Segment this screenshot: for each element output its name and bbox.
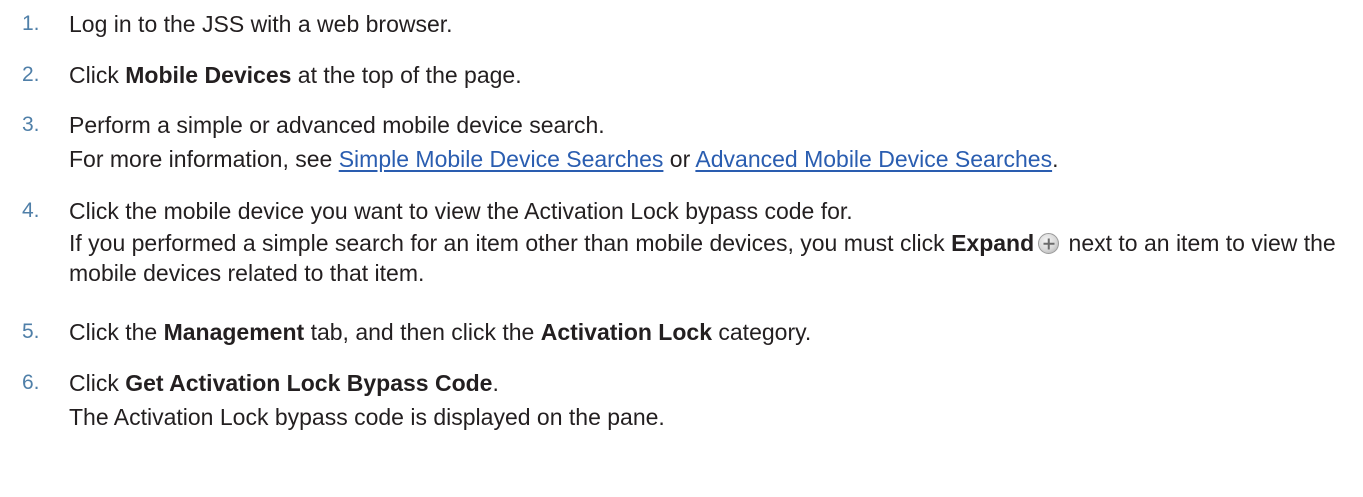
text-fragment: . [492,370,499,396]
step-text: Click Mobile Devices at the top of the p… [69,64,522,87]
ui-term-mobile-devices: Mobile Devices [125,62,292,88]
step-number: 1. [22,12,40,35]
ui-term-get-activation-lock-bypass-code: Get Activation Lock Bypass Code [125,370,493,396]
text-fragment: Click the [69,319,164,345]
plus-circle-icon [1038,233,1060,254]
step-text: Perform a simple or advanced mobile devi… [69,112,605,138]
step-text: Log in to the JSS with a web browser. [69,11,453,37]
text-fragment: tab, and then click the [304,319,541,345]
step-number: 4. [22,199,40,222]
text-fragment: Click [69,370,126,396]
step-text: Click Get Activation Lock Bypass Code. [69,372,499,395]
ui-term-activation-lock: Activation Lock [540,319,712,345]
step-number: 3. [22,113,40,136]
ui-term-expand: Expand [951,230,1035,256]
text-fragment: category. [712,319,812,345]
link-advanced-mobile-device-searches[interactable]: Advanced Mobile Device Searches [695,146,1052,172]
step-text: Click the mobile device you want to view… [69,198,853,224]
text-fragment: at the top of the page. [291,62,522,88]
step-number: 2. [22,63,40,86]
link-simple-mobile-device-searches[interactable]: Simple Mobile Device Searches [339,146,664,172]
text-fragment: For more information, see [69,146,339,172]
text-fragment: . [1052,146,1059,172]
step-subtext: For more information, see Simple Mobile … [69,148,1058,171]
step-subtext: The Activation Lock bypass code is displ… [69,404,665,430]
step-number: 6. [22,371,40,394]
ui-term-management: Management [163,319,305,345]
text-fragment: Click [69,62,126,88]
text-fragment: or [663,146,696,172]
step-text: Click the Management tab, and then click… [69,321,811,344]
step-subtext: If you performed a simple search for an … [69,228,1359,288]
step-number: 5. [22,320,40,343]
text-fragment: If you performed a simple search for an … [69,230,952,256]
